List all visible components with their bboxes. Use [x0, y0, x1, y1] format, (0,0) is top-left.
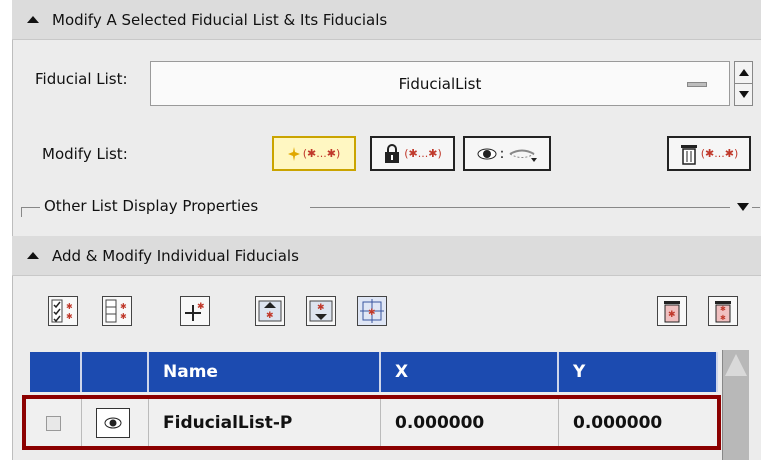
add-fiducial-icon[interactable]: ✱ [180, 296, 210, 326]
fiducial-list-label: Fiducial List: [35, 70, 128, 88]
modify-list-label: Modify List: [42, 145, 128, 163]
expand-arrow-icon[interactable] [737, 203, 749, 211]
spinner-down-button[interactable] [735, 84, 752, 106]
table-row[interactable]: FiducialList-P 0.000000 0.000000 [30, 396, 718, 450]
row-visibility-cell[interactable] [82, 396, 149, 450]
delete-all-icon[interactable]: ✱ ✱ [708, 296, 738, 326]
column-header-x[interactable]: X [381, 352, 559, 392]
other-list-display-properties-toggle[interactable]: Other List Display Properties [40, 197, 263, 215]
eye-icon [104, 417, 122, 429]
spinner-up-button[interactable] [735, 62, 752, 84]
sparkle-icon [287, 146, 300, 161]
eye-closed-icon [509, 149, 538, 162]
row-name-cell[interactable]: FiducialList-P [149, 396, 381, 450]
column-header-select[interactable] [30, 352, 82, 392]
move-down-icon[interactable]: ✱ [306, 296, 336, 326]
trash-icon [680, 144, 697, 165]
move-up-icon[interactable]: ✱ [255, 296, 285, 326]
lock-toggle-label: (✱...✱) [404, 147, 442, 160]
svg-text:✱: ✱ [66, 312, 73, 321]
row-visibility-toggle[interactable] [96, 408, 130, 438]
crosshair-icon[interactable]: ✱ [357, 296, 387, 326]
list-spinner[interactable] [734, 61, 753, 106]
select-all-icon[interactable]: ✱ ✱ [48, 296, 78, 326]
section-header-add-modify[interactable]: Add & Modify Individual Fiducials [12, 236, 761, 276]
delete-list-button[interactable]: (✱...✱) [667, 136, 751, 171]
eye-menu-separator: : [499, 145, 505, 162]
row-select-cell[interactable] [30, 396, 82, 450]
delete-list-label: (✱...✱) [700, 147, 739, 160]
column-header-name[interactable]: Name [149, 352, 381, 392]
svg-text:✱: ✱ [317, 303, 325, 313]
svg-text:✱: ✱ [120, 302, 127, 311]
table-scrollbar[interactable] [722, 350, 749, 460]
delete-selected-icon[interactable]: ✱ [657, 296, 687, 326]
fiducial-list-selector[interactable]: FiducialList [150, 61, 730, 106]
visibility-toggle-button[interactable]: (✱...✱) [272, 136, 356, 171]
row-y-cell[interactable]: 0.000000 [559, 396, 718, 450]
section-header-modify-list[interactable]: Modify A Selected Fiducial List & Its Fi… [12, 0, 761, 40]
svg-text:✱: ✱ [197, 302, 205, 312]
svg-text:✱: ✱ [66, 302, 73, 311]
fiducial-list-value: FiducialList [398, 74, 482, 93]
divider-tail [752, 207, 760, 208]
svg-text:✱: ✱ [120, 312, 127, 321]
collapse-triangle-icon[interactable] [27, 16, 39, 23]
arrow-down-icon [738, 90, 749, 98]
divider-line-left [21, 207, 41, 208]
svg-text:✱: ✱ [266, 311, 274, 321]
column-header-visibility[interactable] [82, 352, 149, 392]
visibility-toggle-label: (✱...✱) [302, 147, 341, 160]
svg-text:✱: ✱ [720, 305, 726, 313]
row-x-cell[interactable]: 0.000000 [381, 396, 559, 450]
fiducial-table-header: Name X Y [30, 352, 718, 392]
lock-toggle-button[interactable]: (✱...✱) [370, 136, 455, 171]
section-title: Modify A Selected Fiducial List & Its Fi… [52, 10, 388, 29]
section-title: Add & Modify Individual Fiducials [52, 246, 299, 265]
eye-visibility-menu-button[interactable]: : [463, 136, 551, 171]
column-header-y[interactable]: Y [559, 352, 718, 392]
row-select-checkbox[interactable] [46, 415, 61, 431]
scroll-up-arrow-icon[interactable] [725, 352, 747, 378]
svg-text:✱: ✱ [368, 308, 376, 318]
divider-line-right [310, 207, 730, 208]
arrow-up-icon [738, 68, 749, 76]
eye-icon [477, 148, 497, 159]
collapse-triangle-icon[interactable] [27, 252, 39, 259]
svg-text:✱: ✱ [720, 314, 726, 322]
divider-tick [21, 207, 22, 217]
lock-icon [385, 143, 400, 163]
deselect-all-icon[interactable]: ✱ ✱ [102, 296, 132, 326]
svg-text:✱: ✱ [668, 310, 676, 320]
dropdown-handle-icon[interactable] [687, 82, 707, 87]
